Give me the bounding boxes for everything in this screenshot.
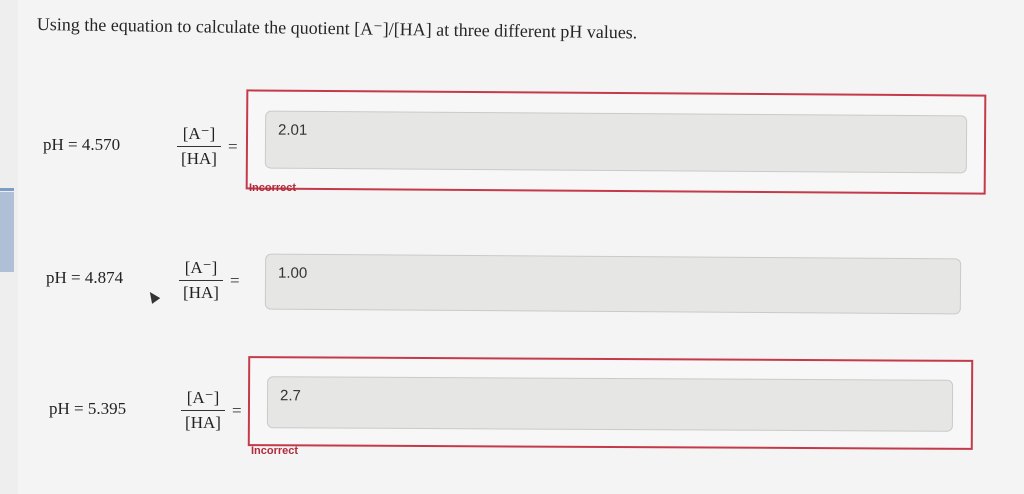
left-accent-bar <box>0 188 14 272</box>
quotient-fraction: [A⁻] [HA] <box>179 258 223 303</box>
ph-label: pH = 4.570 <box>43 135 121 154</box>
denominator: [HA] <box>181 149 217 168</box>
equals-sign: = <box>228 137 238 156</box>
incorrect-label: Incorrect <box>251 445 299 457</box>
answer-input[interactable]: 2.01 <box>264 110 968 174</box>
quotient-fraction: [A⁻] [HA] <box>177 124 221 169</box>
answer-input[interactable]: 1.00 <box>264 253 962 315</box>
equals-sign: = <box>230 271 240 290</box>
answer-input[interactable]: 2.7 <box>266 376 954 432</box>
ph-label: pH = 4.874 <box>46 268 124 287</box>
numerator: [A⁻] <box>181 388 225 411</box>
ph-label: pH = 5.395 <box>49 399 127 418</box>
denominator: [HA] <box>185 413 221 432</box>
numerator: [A⁻] <box>179 258 223 281</box>
quotient-fraction: [A⁻] [HA] <box>181 388 225 433</box>
equals-sign: = <box>232 401 242 420</box>
incorrect-label: Incorrect <box>249 182 297 194</box>
numerator: [A⁻] <box>177 124 221 147</box>
denominator: [HA] <box>183 283 219 302</box>
